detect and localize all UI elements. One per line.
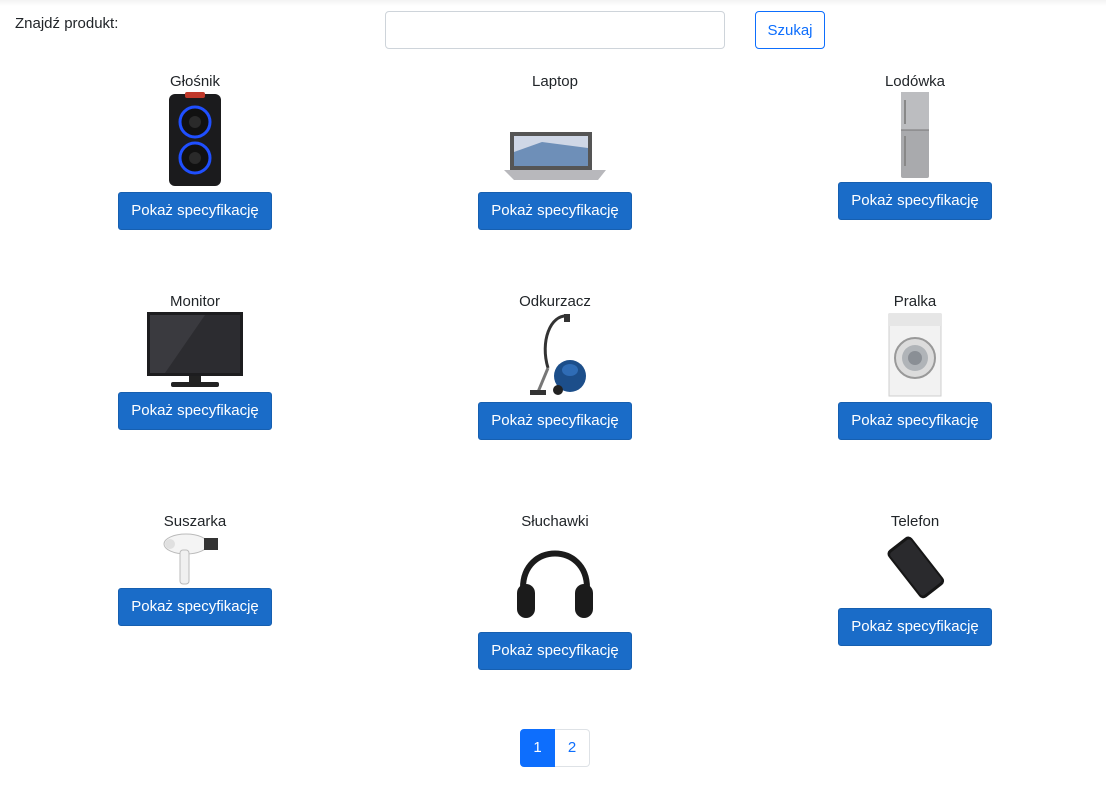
product-name: Odkurzacz bbox=[519, 293, 591, 310]
show-specs-button[interactable]: Pokaż specyfikację bbox=[478, 402, 632, 440]
show-specs-button[interactable]: Pokaż specyfikację bbox=[838, 608, 992, 646]
product-card-laptop: Laptop Pokaż specyfikację bbox=[435, 72, 675, 230]
show-specs-button[interactable]: Pokaż specyfikację bbox=[478, 632, 632, 670]
show-specs-button[interactable]: Pokaż specyfikację bbox=[838, 182, 992, 220]
vacuum-cleaner-image bbox=[530, 314, 586, 395]
product-name: Lodówka bbox=[884, 73, 946, 90]
page-link-1[interactable]: 1 bbox=[520, 729, 555, 767]
top-shade bbox=[0, 0, 1106, 6]
fridge-image bbox=[901, 92, 929, 178]
speaker-image bbox=[169, 92, 221, 186]
product-name: Głośnik bbox=[169, 73, 221, 90]
product-card-washing-machine: Pralka Pokaż specyfikację bbox=[795, 292, 1035, 440]
hair-dryer-image bbox=[163, 533, 218, 585]
show-specs-button[interactable]: Pokaż specyfikację bbox=[118, 192, 272, 230]
monitor-image bbox=[147, 312, 243, 387]
search-label: Znajdź produkt: bbox=[15, 15, 119, 32]
product-name: Pralka bbox=[893, 293, 937, 310]
phone-image bbox=[887, 536, 945, 599]
show-specs-button[interactable]: Pokaż specyfikację bbox=[118, 588, 272, 626]
product-card-speaker: Głośnik Pokaż specyfikację bbox=[75, 72, 315, 230]
page-link-2[interactable]: 2 bbox=[555, 729, 590, 767]
show-specs-button[interactable]: Pokaż specyfikację bbox=[478, 192, 632, 230]
show-specs-button[interactable]: Pokaż specyfikację bbox=[838, 402, 992, 440]
laptop-image bbox=[504, 132, 606, 180]
product-card-headphones: Słuchawki Pokaż specyfikację bbox=[435, 512, 675, 670]
product-card-monitor: Monitor Pokaż specyfikację bbox=[75, 292, 315, 430]
product-card-fridge: Lodówka Pokaż specyfikację bbox=[795, 72, 1035, 220]
product-name: Suszarka bbox=[163, 513, 227, 530]
search-input[interactable] bbox=[385, 11, 725, 49]
show-specs-button[interactable]: Pokaż specyfikację bbox=[118, 392, 272, 430]
washing-machine-image bbox=[888, 313, 942, 397]
product-card-phone: Telefon Pokaż specyfikację bbox=[795, 512, 1035, 646]
product-name: Słuchawki bbox=[521, 513, 589, 530]
search-button[interactable]: Szukaj bbox=[755, 11, 825, 49]
headphones-image bbox=[517, 550, 593, 618]
product-card-hair-dryer: Suszarka Pokaż specyfikację bbox=[75, 512, 315, 626]
product-name: Monitor bbox=[169, 293, 221, 310]
product-name: Laptop bbox=[532, 73, 578, 90]
pagination: 1 2 bbox=[520, 729, 590, 767]
product-card-vacuum: Odkurzacz Pokaż specyfikację bbox=[435, 292, 675, 440]
product-name: Telefon bbox=[890, 513, 940, 530]
